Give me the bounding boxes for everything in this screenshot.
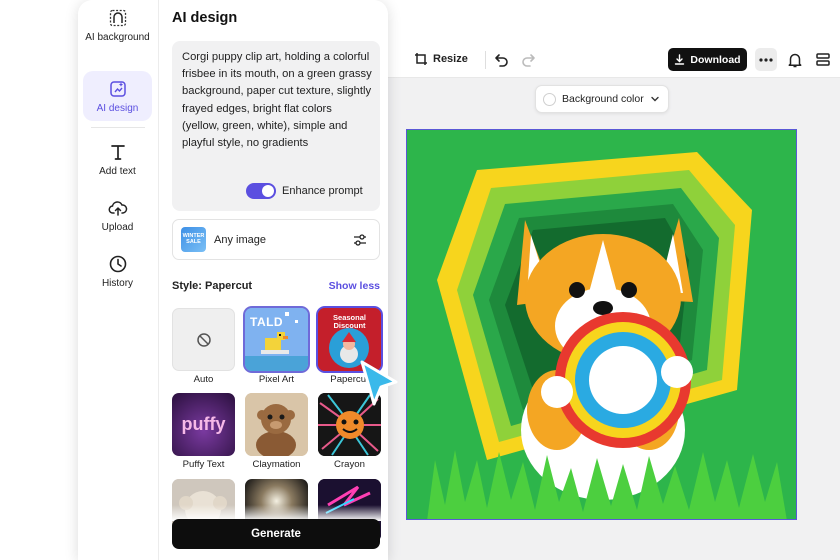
rail-divider [91, 127, 145, 128]
download-label: Download [690, 53, 741, 66]
image-type-thumbnail: WINTER SALE [181, 227, 206, 252]
style-caption: Claymation [252, 459, 301, 470]
download-icon [675, 54, 685, 65]
redo-icon[interactable] [519, 51, 537, 69]
resize-button[interactable]: Resize [414, 52, 468, 66]
panel-title: AI design [172, 10, 238, 26]
sidebar-item-add-text[interactable]: Add text [83, 142, 152, 178]
style-caption: Auto [193, 374, 214, 385]
image-type-label: Any image [214, 233, 266, 246]
ai-design-icon [109, 81, 126, 97]
style-thumbnail: TALD [245, 308, 308, 371]
undo-icon[interactable] [493, 51, 511, 69]
sidebar-item-label: Add text [99, 166, 136, 177]
no-style-icon [196, 332, 211, 347]
side-panel: AI background AI design Add text Upload … [78, 0, 388, 560]
style-tile-auto[interactable]: Auto [172, 308, 235, 385]
style-label: Style: Papercut [172, 280, 253, 292]
generate-button[interactable]: Generate [172, 519, 380, 549]
prompt-text: Corgi puppy clip art, holding a colorful… [182, 51, 372, 150]
style-thumbnail [245, 393, 308, 456]
sidebar-item-label: AI design [96, 103, 139, 114]
style-caption: Crayon [334, 459, 365, 470]
generated-artwork[interactable] [406, 129, 797, 520]
style-thumbnail: Seasonal Discount [318, 308, 381, 371]
download-button[interactable]: Download [668, 48, 747, 71]
style-tile-puffy-text[interactable]: puffy Puffy Text [172, 393, 235, 470]
style-caption: Puffy Text [182, 459, 225, 470]
background-color-label: Background color [562, 93, 644, 105]
corgi-papercut-image [407, 130, 796, 519]
ai-design-panel: AI design Corgi puppy clip art, holding … [159, 0, 388, 560]
clock-icon [109, 255, 126, 273]
bell-icon[interactable] [786, 51, 804, 69]
sliders-icon[interactable] [353, 233, 367, 247]
style-tile-crayon[interactable]: Crayon [318, 393, 381, 470]
sidebar-item-history[interactable]: History [83, 254, 152, 290]
background-color-button[interactable]: Background color [535, 85, 669, 113]
editor-toolbar: Resize Download [385, 42, 840, 78]
cloud-upload-icon [108, 201, 127, 216]
resize-label: Resize [433, 53, 468, 65]
chevron-down-icon [651, 96, 659, 102]
style-tile-pixel-art[interactable]: TALD Pixel Art [245, 308, 308, 385]
sidebar-item-upload[interactable]: Upload [83, 198, 152, 234]
enhance-prompt-control: Enhance prompt [246, 183, 363, 199]
style-thumbnail [318, 393, 381, 456]
image-type-selector[interactable]: WINTER SALE Any image [172, 219, 380, 260]
sidebar-item-label: AI background [85, 32, 150, 43]
layers-icon[interactable] [814, 51, 832, 69]
ai-background-icon [109, 9, 126, 27]
style-caption: Papercut [330, 374, 369, 385]
show-less-link[interactable]: Show less [329, 280, 380, 292]
sidebar-item-label: Upload [101, 222, 134, 233]
enhance-prompt-label: Enhance prompt [282, 185, 363, 197]
toolbar-divider [485, 51, 486, 69]
style-thumbnail [172, 308, 235, 371]
sidebar-item-ai-background[interactable]: AI background [83, 8, 152, 44]
prompt-textarea[interactable]: Corgi puppy clip art, holding a colorful… [172, 41, 380, 211]
style-thumbnail: puffy [172, 393, 235, 456]
text-icon [110, 145, 125, 160]
color-swatch [543, 92, 556, 106]
resize-icon [415, 53, 427, 65]
tool-rail: AI background AI design Add text Upload … [78, 0, 159, 560]
enhance-prompt-toggle[interactable] [246, 183, 276, 199]
style-tile-papercut[interactable]: Seasonal Discount Papercut [318, 308, 381, 385]
more-icon [759, 57, 773, 62]
style-caption: Pixel Art [258, 374, 295, 385]
sidebar-item-label: History [101, 278, 134, 289]
style-tile-claymation[interactable]: Claymation [245, 393, 308, 470]
sidebar-item-ai-design[interactable]: AI design [83, 71, 152, 121]
more-button[interactable] [755, 48, 777, 71]
claymation-thumbnail [245, 393, 308, 456]
crayon-thumbnail [318, 393, 381, 456]
